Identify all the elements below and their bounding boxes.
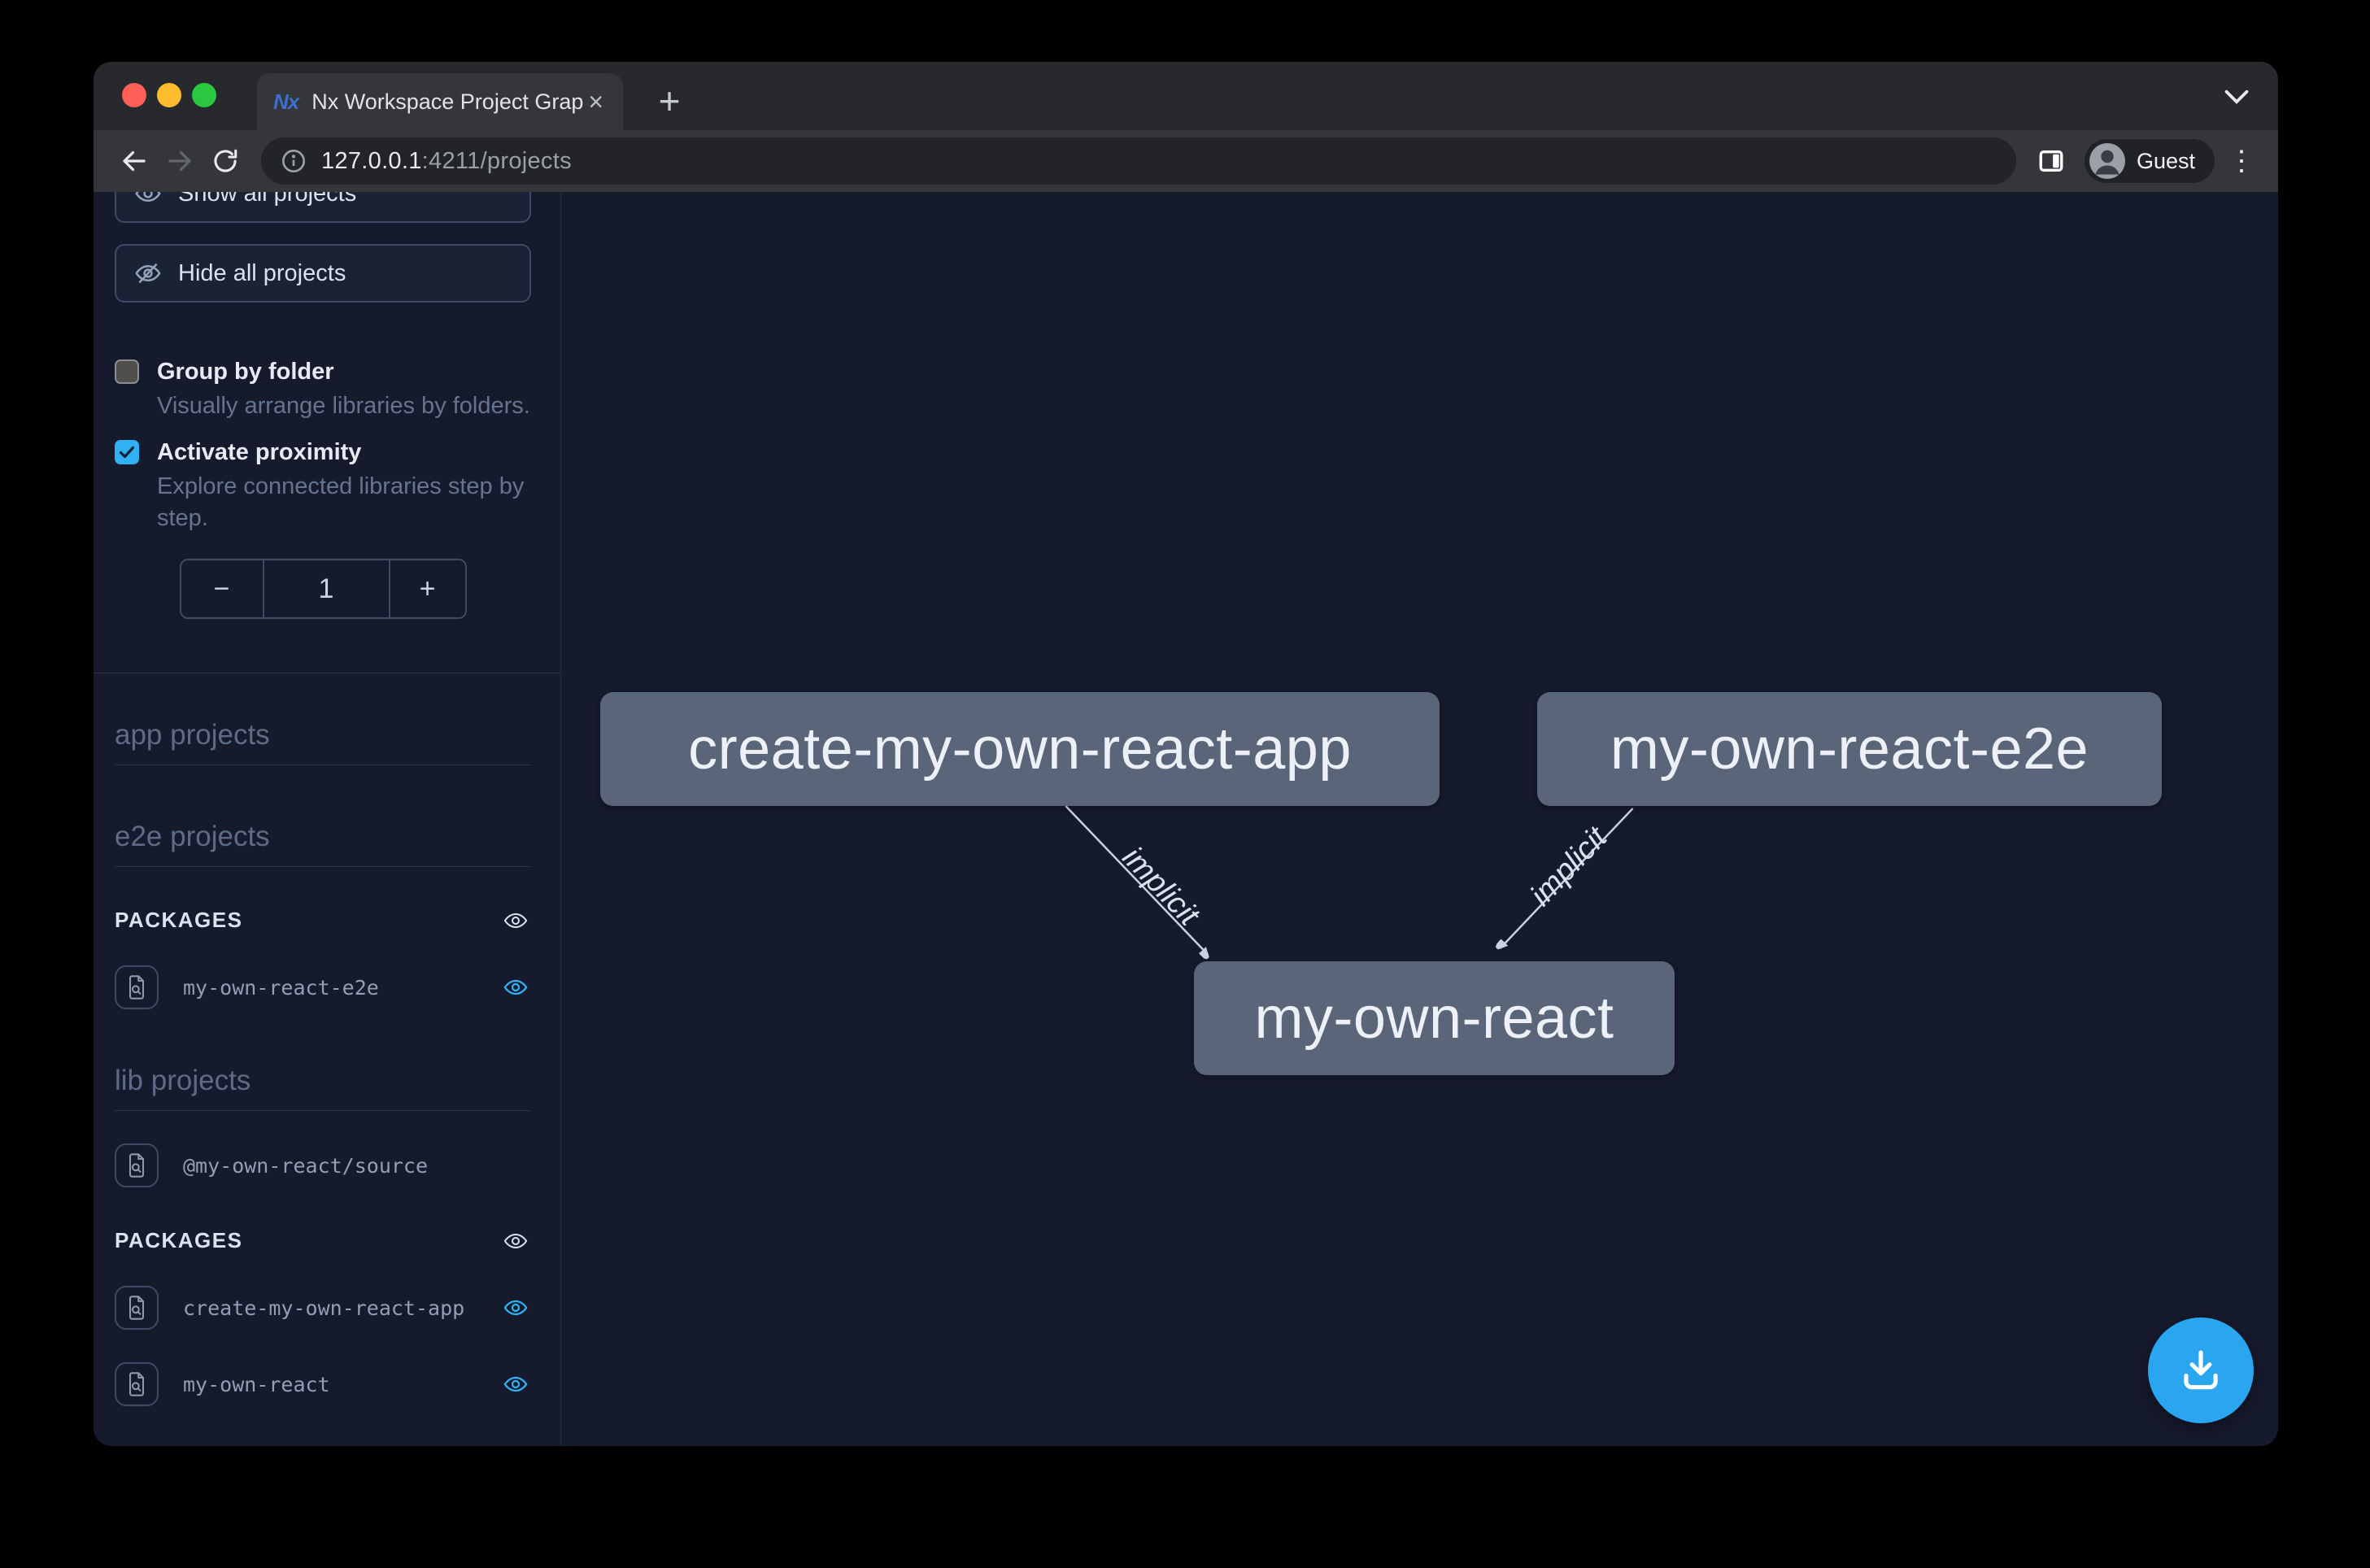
file-search-icon[interactable] (115, 1286, 159, 1330)
visibility-eye-icon[interactable] (500, 975, 531, 1000)
e2e-projects-heading: e2e projects (115, 821, 531, 867)
download-icon (2176, 1345, 2226, 1396)
browser-toolbar: 127.0.0.1:4211/projects Guest ⋮ (94, 130, 2278, 192)
file-search-icon[interactable] (115, 1143, 159, 1187)
packages-header-2: PACKAGES (115, 1228, 531, 1253)
download-image-button[interactable] (2148, 1318, 2254, 1423)
stepper-decrement-button[interactable]: − (181, 560, 263, 617)
avatar-icon (2089, 143, 2125, 179)
show-all-projects-button[interactable]: Show all projects (115, 192, 531, 223)
browser-tab[interactable]: Nx Nx Workspace Project Graph × (257, 73, 623, 130)
eye-icon (134, 192, 162, 207)
app-content: Show all projects Hide all projects Grou… (94, 192, 2278, 1446)
profile-name: Guest (2137, 149, 2195, 174)
graph-canvas[interactable]: implicit implicit create-my-own-react-ap… (561, 192, 2278, 1446)
project-item-my-own-react[interactable]: my-own-react (115, 1362, 531, 1406)
url-path: :4211/projects (422, 148, 572, 174)
activate-proximity-description: Explore connected libraries step by step… (157, 471, 531, 534)
window-close-button[interactable] (122, 83, 146, 107)
graph-edges: implicit implicit (561, 192, 2278, 1446)
project-item-create-my-own-react-app[interactable]: create-my-own-react-app (115, 1286, 531, 1330)
project-label: @my-own-react/source (183, 1154, 531, 1178)
stepper-increment-button[interactable]: + (390, 560, 465, 617)
project-label: my-own-react-e2e (183, 976, 476, 1000)
activate-proximity-option: Activate proximity Explore connected lib… (115, 437, 531, 534)
sidebar: Show all projects Hide all projects Grou… (94, 192, 561, 1446)
project-label: create-my-own-react-app (183, 1296, 476, 1320)
forward-icon[interactable] (157, 138, 203, 184)
app-projects-heading: app projects (115, 719, 531, 765)
url-host: 127.0.0.1 (321, 148, 422, 174)
reload-icon[interactable] (203, 138, 248, 184)
graph-node-create-my-own-react-app[interactable]: create-my-own-react-app (600, 692, 1440, 806)
edge-label-implicit[interactable]: implicit (1116, 840, 1207, 933)
profile-button[interactable]: Guest (2085, 139, 2215, 183)
project-item-my-own-react-e2e[interactable]: my-own-react-e2e (115, 965, 531, 1009)
new-tab-button[interactable]: + (645, 76, 694, 125)
menu-kebab-icon[interactable]: ⋮ (2223, 139, 2260, 183)
activate-proximity-label[interactable]: Activate proximity (157, 437, 531, 468)
hide-all-projects-button[interactable]: Hide all projects (115, 244, 531, 303)
graph-node-my-own-react-e2e[interactable]: my-own-react-e2e (1537, 692, 2162, 806)
tab-close-icon[interactable]: × (585, 89, 607, 115)
group-by-folder-option: Group by folder Visually arrange librari… (115, 356, 531, 422)
group-by-folder-label[interactable]: Group by folder (157, 356, 530, 387)
window-zoom-button[interactable] (192, 83, 216, 107)
stepper-value[interactable]: 1 (263, 560, 390, 617)
graph-node-my-own-react[interactable]: my-own-react (1194, 961, 1675, 1075)
visibility-eye-icon[interactable] (500, 1296, 531, 1320)
project-item-my-own-react-source[interactable]: @my-own-react/source (115, 1143, 531, 1187)
file-search-icon[interactable] (115, 965, 159, 1009)
group-by-folder-checkbox[interactable] (115, 359, 139, 384)
hide-all-projects-label: Hide all projects (178, 260, 346, 287)
file-search-icon[interactable] (115, 1362, 159, 1406)
window-minimize-button[interactable] (157, 83, 181, 107)
lib-projects-heading: lib projects (115, 1065, 531, 1111)
show-all-projects-label: Show all projects (178, 192, 356, 207)
nx-favicon-icon: Nx (273, 89, 298, 115)
tab-search-chevron-icon[interactable] (2224, 89, 2249, 104)
packages-header-1-label: PACKAGES (115, 908, 242, 933)
proximity-depth-stepper: − 1 + (180, 559, 467, 619)
packages-1-eye-icon[interactable] (500, 908, 531, 933)
side-panel-icon[interactable] (2029, 139, 2073, 183)
packages-header-1: PACKAGES (115, 908, 531, 933)
visibility-eye-icon[interactable] (500, 1372, 531, 1396)
address-bar[interactable]: 127.0.0.1:4211/projects (261, 137, 2016, 185)
packages-header-2-label: PACKAGES (115, 1228, 242, 1253)
edge-label-implicit[interactable]: implicit (1524, 820, 1614, 912)
eye-off-icon (134, 259, 162, 287)
tab-strip: Nx Nx Workspace Project Graph × + (94, 62, 2278, 130)
packages-2-eye-icon[interactable] (500, 1229, 531, 1253)
tab-title: Nx Workspace Project Graph (311, 89, 585, 115)
group-by-folder-description: Visually arrange libraries by folders. (157, 390, 530, 422)
browser-window: Nx Nx Workspace Project Graph × + 127.0.… (94, 62, 2278, 1446)
project-label: my-own-react (183, 1373, 476, 1396)
site-info-icon[interactable] (281, 148, 307, 174)
activate-proximity-checkbox[interactable] (115, 440, 139, 464)
url-text: 127.0.0.1:4211/projects (321, 148, 572, 175)
back-icon[interactable] (111, 138, 157, 184)
